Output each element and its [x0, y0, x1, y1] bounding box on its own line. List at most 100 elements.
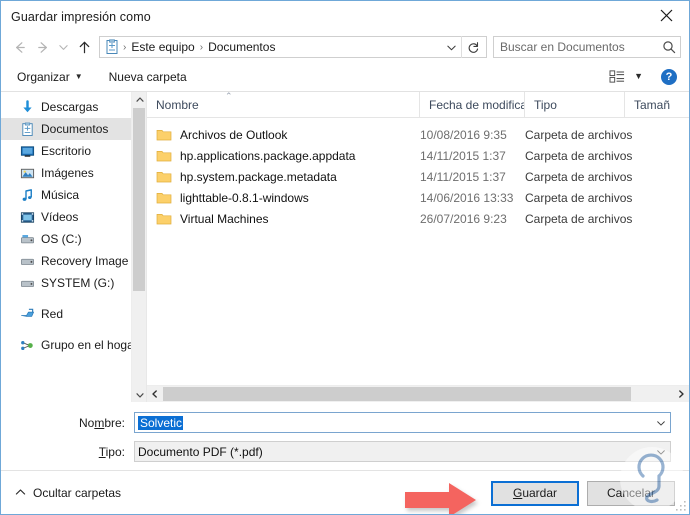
sidebar-scrollbar[interactable] — [131, 92, 146, 402]
table-row[interactable]: Virtual Machines 26/07/2016 9:23 Carpeta… — [147, 208, 689, 229]
save-button[interactable]: Guardar — [491, 480, 579, 506]
dialog-body: Descargas Documentos Escritorio Imágenes… — [1, 91, 689, 402]
file-form: Nombre: Solvetic Tipo: Documento PDF (*.… — [1, 402, 689, 462]
file-type: Carpeta de archivos — [525, 127, 633, 142]
folder-icon — [156, 129, 172, 140]
scroll-down-button[interactable] — [132, 387, 146, 402]
change-view-button[interactable]: ▼ — [605, 67, 647, 86]
sidebar-item-label: Documentos — [41, 122, 109, 136]
filetype-value: Documento PDF (*.pdf) — [138, 444, 263, 459]
filename-input[interactable]: Solvetic — [135, 415, 652, 430]
name-row: Nombre: Solvetic — [19, 412, 671, 433]
file-name: hp.applications.package.appdata — [180, 148, 356, 163]
scroll-thumb[interactable] — [163, 387, 631, 401]
sidebar-item-recovery-image[interactable]: Recovery Image — [1, 250, 146, 272]
filename-dropdown-button[interactable] — [652, 418, 670, 428]
search-box[interactable]: Buscar en Documentos — [493, 36, 681, 58]
recent-locations-button[interactable] — [55, 35, 72, 59]
desktop-icon — [19, 143, 35, 159]
scroll-left-button[interactable] — [147, 386, 163, 402]
sidebar-item-grupo-en-el-hogar[interactable]: Grupo en el hogar — [1, 334, 146, 356]
sidebar-item-red[interactable]: Red — [1, 303, 146, 325]
file-date: 14/11/2015 1:37 — [420, 169, 506, 184]
close-button[interactable] — [644, 1, 689, 30]
organize-button[interactable]: Organizar ▼ — [11, 67, 89, 87]
hide-folders-button[interactable]: Ocultar carpetas — [15, 486, 121, 500]
sidebar-item-imagenes[interactable]: Imágenes — [1, 162, 146, 184]
drive-icon — [19, 275, 35, 291]
table-row[interactable]: lighttable-0.8.1-windows 14/06/2016 13:3… — [147, 187, 689, 208]
breadcrumb-item-este-equipo[interactable]: Este equipo — [127, 40, 198, 54]
sidebar-list: Descargas Documentos Escritorio Imágenes… — [1, 92, 146, 356]
column-header-fecha[interactable]: Fecha de modifica... — [420, 92, 525, 117]
network-icon — [19, 306, 35, 322]
sidebar-item-label: Música — [41, 188, 80, 202]
filetype-combobox[interactable]: Documento PDF (*.pdf) — [134, 441, 671, 462]
table-row[interactable]: Archivos de Outlook 10/08/2016 9:35 Carp… — [147, 124, 689, 145]
title-bar: Guardar impresión como — [1, 1, 689, 32]
sidebar-item-documentos[interactable]: Documentos — [1, 118, 146, 140]
back-button[interactable] — [7, 35, 31, 59]
sidebar-item-label: Red — [41, 307, 64, 321]
filename-value: Solvetic — [138, 415, 184, 430]
music-icon — [19, 187, 35, 203]
table-row[interactable]: hp.applications.package.appdata 14/11/20… — [147, 145, 689, 166]
table-row[interactable]: hp.system.package.metadata 14/11/2015 1:… — [147, 166, 689, 187]
chevron-left-icon — [152, 390, 157, 398]
file-name-cell: Virtual Machines — [147, 211, 420, 227]
file-type: Carpeta de archivos — [525, 190, 633, 205]
file-name: Virtual Machines — [180, 211, 269, 226]
scroll-down-icon — [135, 392, 144, 398]
search-input[interactable]: Buscar en Documentos — [494, 40, 658, 54]
sidebar-item-videos[interactable]: Vídeos — [1, 206, 146, 228]
name-label: Nombre: — [78, 415, 125, 430]
forward-button[interactable] — [31, 35, 55, 59]
type-row: Tipo: Documento PDF (*.pdf) — [19, 441, 671, 462]
address-dropdown-button[interactable] — [441, 37, 461, 57]
file-name-cell: hp.applications.package.appdata — [147, 148, 420, 164]
sidebar-item-os-c[interactable]: OS (C:) — [1, 228, 146, 250]
horizontal-scrollbar[interactable] — [147, 385, 689, 402]
column-header-nombre[interactable]: Nombre ⌃ — [147, 92, 420, 117]
file-rows: Archivos de Outlook 10/08/2016 9:35 Carp… — [147, 118, 689, 385]
column-label: Tipo — [534, 97, 557, 112]
file-name-cell: hp.system.package.metadata — [147, 169, 420, 185]
type-label: Tipo: — [98, 444, 125, 459]
file-name-cell: Archivos de Outlook — [147, 127, 420, 143]
scroll-track[interactable] — [163, 386, 673, 402]
search-icon — [658, 40, 680, 54]
up-one-level-button[interactable] — [72, 35, 96, 59]
view-layout-icon — [609, 70, 625, 83]
scroll-up-button[interactable] — [132, 92, 146, 107]
file-date: 14/06/2016 13:33 — [420, 190, 514, 205]
window-title: Guardar impresión como — [11, 9, 151, 24]
help-button[interactable]: ? — [661, 68, 677, 85]
pictures-icon — [19, 165, 35, 181]
homegroup-icon — [19, 337, 35, 353]
refresh-button[interactable] — [461, 36, 484, 58]
scroll-right-button[interactable] — [673, 386, 689, 402]
resize-grip-icon[interactable] — [676, 501, 686, 511]
sidebar-item-musica[interactable]: Música — [1, 184, 146, 206]
column-headers: Nombre ⌃ Fecha de modifica... Tipo Tamañ — [147, 92, 689, 118]
sidebar-item-label: Escritorio — [41, 144, 92, 158]
filetype-dropdown-button[interactable] — [652, 447, 670, 457]
new-folder-button[interactable]: Nueva carpeta — [103, 67, 193, 87]
filename-combobox[interactable]: Solvetic — [134, 412, 671, 433]
sidebar-item-descargas[interactable]: Descargas — [1, 96, 146, 118]
red-arrow-annotation — [405, 483, 476, 514]
sidebar-item-label: Imágenes — [41, 166, 94, 180]
sidebar-scroll-thumb[interactable] — [133, 108, 145, 291]
hide-folders-label: Ocultar carpetas — [33, 486, 122, 500]
sidebar-item-system-g[interactable]: SYSTEM (G:) — [1, 272, 146, 294]
column-header-tamano[interactable]: Tamañ — [625, 92, 689, 117]
address-bar[interactable]: › Este equipo › Documentos — [99, 36, 487, 58]
sidebar-item-label: Grupo en el hogar — [41, 338, 138, 352]
cancel-button[interactable]: Cancelar — [587, 480, 675, 506]
breadcrumb-item-documentos[interactable]: Documentos — [204, 40, 279, 54]
folder-icon — [156, 150, 172, 161]
sidebar-item-escritorio[interactable]: Escritorio — [1, 140, 146, 162]
column-header-tipo[interactable]: Tipo — [525, 92, 625, 117]
scroll-up-icon — [135, 96, 144, 102]
